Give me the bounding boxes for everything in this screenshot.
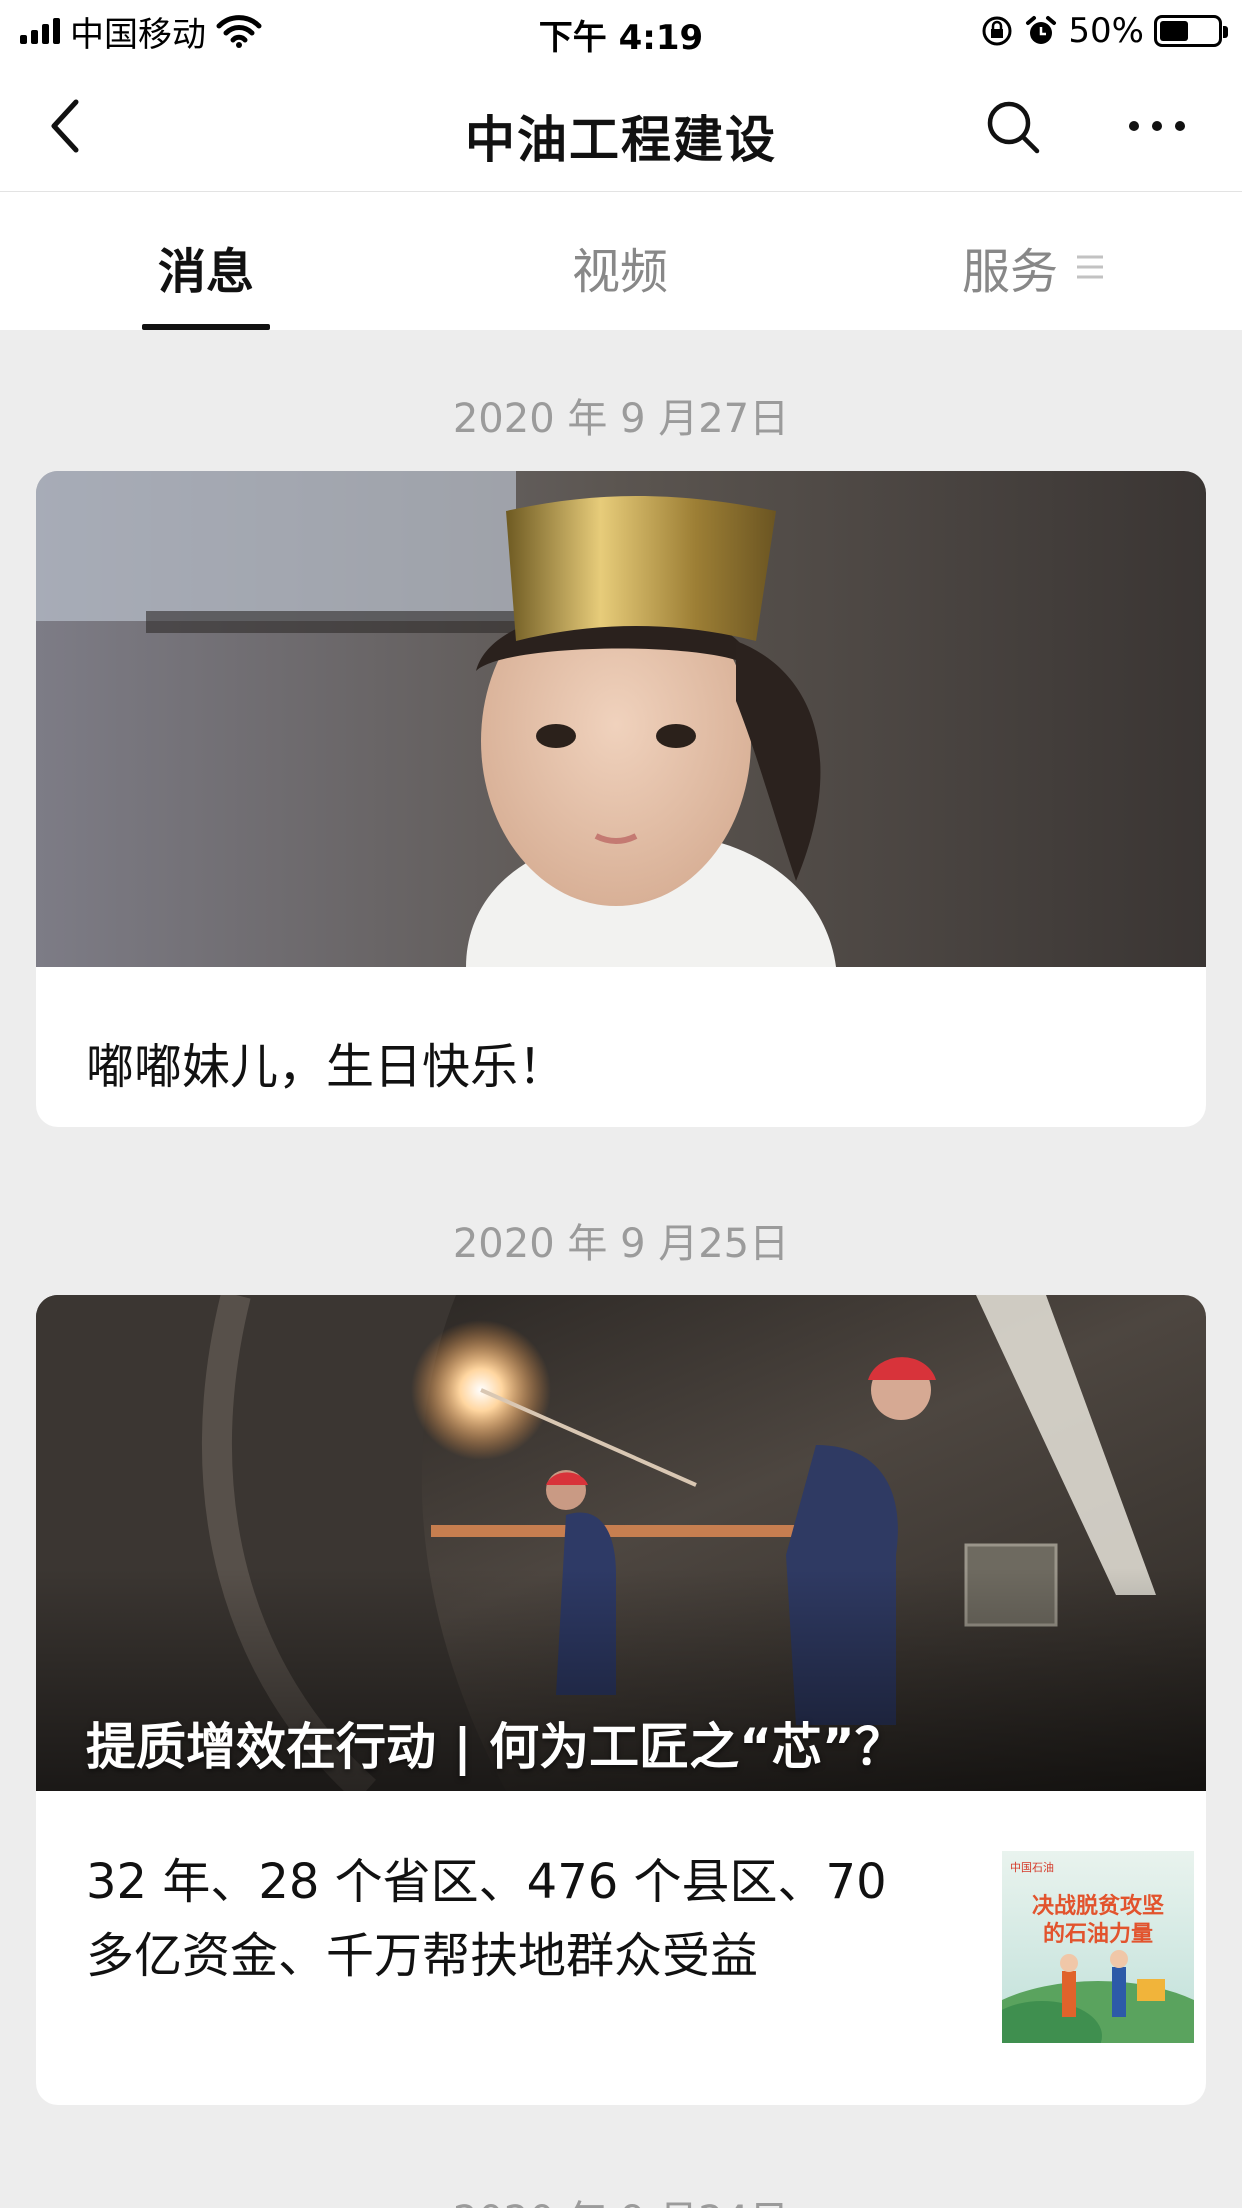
tab-services[interactable]: 服务 [962, 232, 1058, 302]
status-bar: 中国移动 下午 4:19 50% [0, 0, 1242, 62]
tab-indicator [142, 324, 270, 330]
article-photo [36, 471, 1206, 967]
thumbnail-text-line2: 的石油力量 [1043, 1921, 1153, 1947]
status-left: 中国移动 [20, 7, 262, 56]
date-label: 2020 年 9 月24日 [0, 2188, 1242, 2208]
thumbnail-text-line1: 决战脱贫攻坚 [1032, 1893, 1164, 1919]
article-card[interactable]: 提质增效在行动 | 何为工匠之“芯”？ 32 年、28 个省区、476 个县区、… [36, 1295, 1206, 2105]
battery-icon [1154, 15, 1228, 47]
more-icon[interactable] [1126, 114, 1188, 138]
rotation-lock-icon [982, 16, 1012, 46]
tab-messages[interactable]: 消息 [158, 232, 254, 302]
page-title: 中油工程建设 [465, 111, 777, 169]
nav-bar: 中油工程建设 [0, 62, 1242, 192]
sub-article-title[interactable]: 32 年、28 个省区、476 个县区、70 多亿资金、千万帮扶地群众受益 [86, 1845, 946, 1993]
thumbnail-brand: 中国石油 [1010, 1860, 1054, 1874]
date-label: 2020 年 9 月25日 [452, 1221, 790, 1267]
tab-bar: 消息 视频 服务 [0, 192, 1242, 330]
battery-fill [1160, 21, 1188, 41]
search-icon[interactable] [984, 98, 1042, 156]
menu-icon[interactable] [1075, 254, 1105, 280]
article-title: 嘟嘟妹儿，生日快乐！ [86, 1039, 567, 1095]
signal-icon [20, 18, 60, 44]
status-right: 50% [980, 11, 1228, 51]
article-card[interactable]: 嘟嘟妹儿，生日快乐！ [36, 471, 1206, 1127]
wifi-icon [216, 15, 262, 48]
battery-percent: 50% [1068, 11, 1144, 51]
carrier-label: 中国移动 [70, 14, 206, 55]
tab-videos[interactable]: 视频 [572, 232, 668, 302]
date-label: 2020 年 9 月27日 [452, 396, 790, 442]
article-overlay-title: 提质增效在行动 | 何为工匠之“芯”？ [86, 1718, 905, 1776]
sub-article-thumbnail[interactable]: 中国石油 决战脱贫攻坚 的石油力量 [1002, 1851, 1194, 2043]
alarm-icon [1026, 16, 1057, 44]
